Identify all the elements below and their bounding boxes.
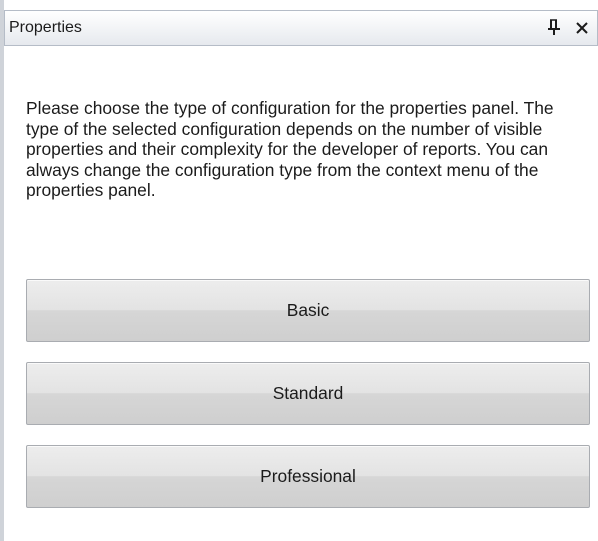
panel-left-border [0, 0, 4, 541]
pin-icon[interactable] [546, 18, 562, 36]
basic-config-button[interactable]: Basic [26, 279, 590, 342]
panel-title: Properties [9, 19, 82, 36]
panel-titlebar[interactable]: Properties [4, 10, 598, 46]
professional-config-button[interactable]: Professional [26, 445, 590, 508]
standard-config-button[interactable]: Standard [26, 362, 590, 425]
close-icon[interactable] [575, 19, 589, 35]
configuration-description: Please choose the type of configuration … [26, 98, 554, 200]
properties-panel: Properties Please choose the type of con… [0, 0, 598, 541]
